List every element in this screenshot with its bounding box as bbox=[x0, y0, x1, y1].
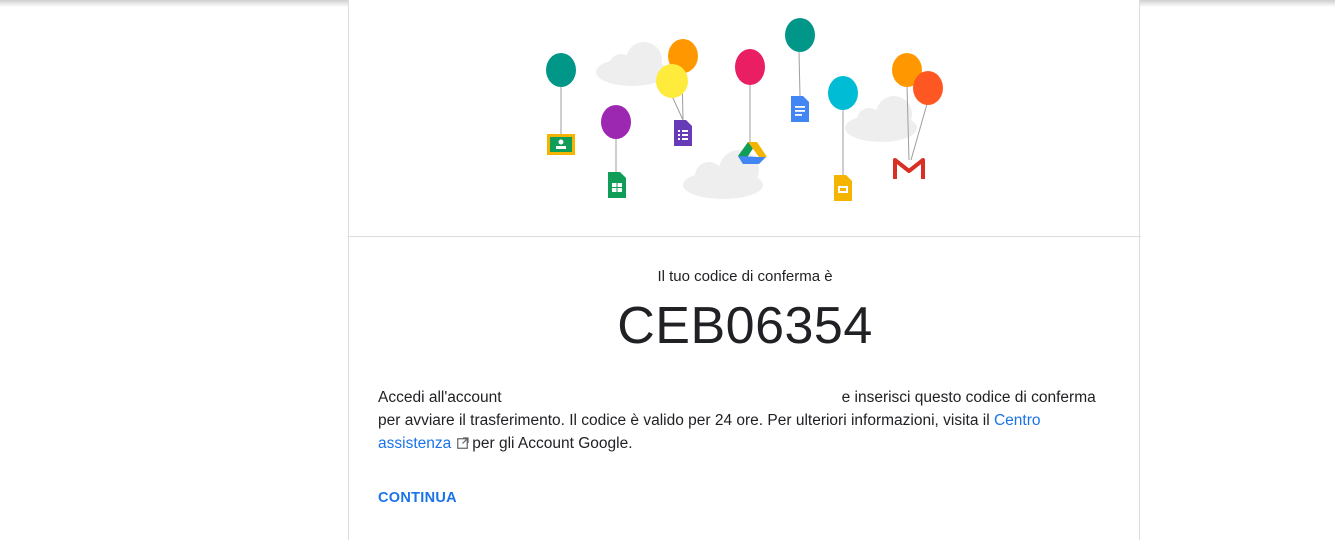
instructions-part1: Accedi all'account bbox=[378, 389, 502, 406]
balloons-illustration bbox=[349, 0, 1141, 237]
external-link-icon bbox=[457, 433, 469, 456]
classroom-icon bbox=[547, 134, 575, 155]
docs-icon bbox=[791, 96, 809, 122]
instructions-text: Accedi all'account e inserisci questo cod… bbox=[378, 386, 1113, 456]
gmail-icon bbox=[893, 158, 925, 179]
drive-icon bbox=[738, 142, 767, 164]
confirmation-code-label: Il tuo codice di conferma è bbox=[657, 268, 833, 285]
continue-button[interactable]: CONTINUA bbox=[378, 490, 457, 506]
slides-icon bbox=[834, 175, 852, 201]
transfer-card: Il tuo codice di conferma è CEB06354 Acc… bbox=[348, 0, 1141, 540]
sheets-icon bbox=[608, 172, 626, 198]
confirmation-code: CEB06354 bbox=[617, 297, 873, 355]
instructions-part3: per gli Account Google. bbox=[472, 435, 633, 452]
cloud bbox=[845, 96, 917, 142]
forms-icon bbox=[674, 120, 692, 146]
